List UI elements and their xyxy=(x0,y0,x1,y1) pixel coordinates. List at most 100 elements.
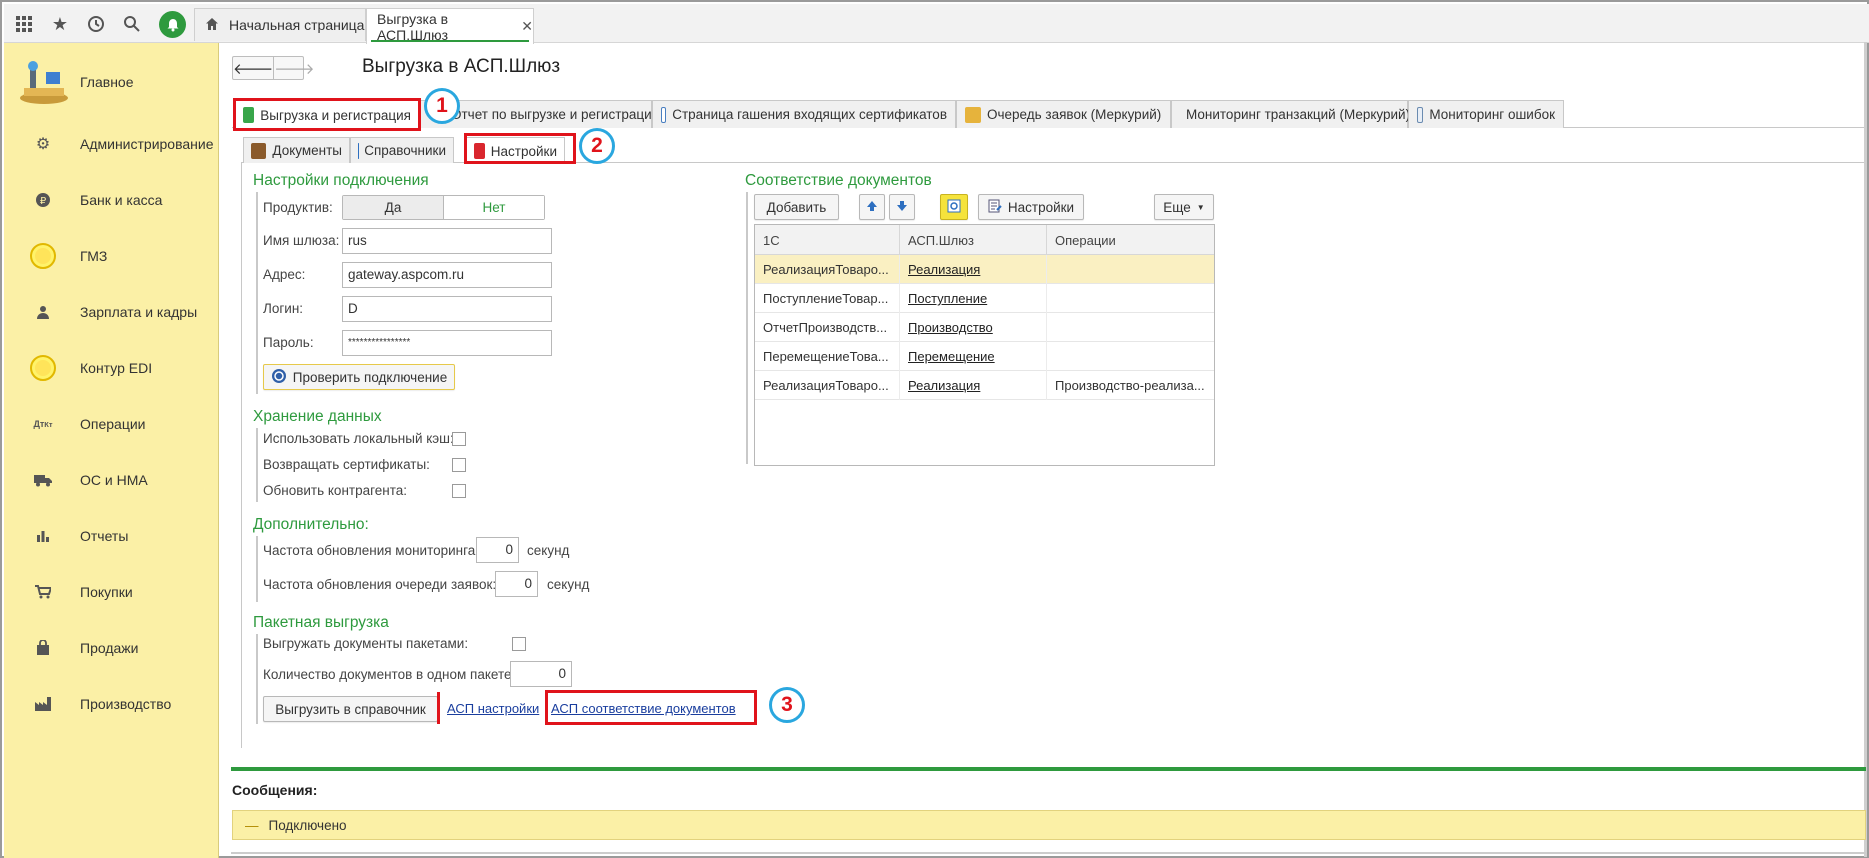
mapping-settings-button[interactable]: Настройки xyxy=(978,194,1084,220)
sidebar-item-main[interactable]: Главное xyxy=(4,57,219,107)
sidebar-item-label: Банк и касса xyxy=(80,192,163,208)
tab-label: Отчет по выгрузке и регистрации xyxy=(451,107,660,122)
asp-settings-link[interactable]: АСП настройки xyxy=(447,701,539,716)
collapse-dash-icon[interactable]: — xyxy=(245,818,259,833)
move-up-button[interactable] xyxy=(859,194,885,220)
queue-frequency-field[interactable]: 0 xyxy=(495,571,538,597)
update-counterparty-checkbox[interactable] xyxy=(452,484,466,498)
table-row[interactable]: ПеремещениеТова... Перемещение xyxy=(755,342,1214,371)
sidebar-item-production[interactable]: Производство xyxy=(4,684,219,724)
sidebar-item-sales[interactable]: Продажи xyxy=(4,628,219,668)
table-cell-link[interactable]: Перемещение xyxy=(900,342,1047,371)
back-arrow-icon[interactable]: 🡐 xyxy=(233,57,273,79)
settings-gear-button[interactable] xyxy=(940,194,968,220)
batch-export-checkbox[interactable] xyxy=(512,637,526,651)
tab-label: Мониторинг транзакций (Меркурий) xyxy=(1186,107,1411,122)
table-cell-link[interactable]: Реализация xyxy=(900,371,1047,400)
tab-home[interactable]: Начальная страница xyxy=(194,8,366,41)
sidebar-item-label: Администрирование xyxy=(80,136,214,152)
return-certificates-checkbox[interactable] xyxy=(452,458,466,472)
table-cell: ПоступлениеТовар... xyxy=(755,284,900,313)
sidebar-item-gmz[interactable]: ГМЗ xyxy=(4,236,219,276)
productive-toggle: Да Нет xyxy=(342,195,545,220)
monitoring-frequency-field[interactable]: 0 xyxy=(476,537,519,563)
table-row[interactable]: ОтчетПроизводств... Производство xyxy=(755,313,1214,342)
sidebar-item-reports[interactable]: Отчеты xyxy=(4,516,219,556)
connection-check-icon xyxy=(271,368,287,387)
table-cell-link[interactable]: Производство xyxy=(900,313,1047,342)
productive-label: Продуктив: xyxy=(263,200,333,215)
notifications-bell-icon[interactable] xyxy=(159,11,186,38)
export-to-reference-button[interactable]: Выгрузить в справочник xyxy=(263,696,438,722)
move-down-button[interactable] xyxy=(889,194,915,220)
login-field[interactable]: D xyxy=(342,296,552,322)
forward-arrow-icon[interactable]: 🡒 xyxy=(273,57,314,79)
tab-request-queue[interactable]: Очередь заявок (Меркурий) xyxy=(956,100,1171,128)
history-icon[interactable] xyxy=(82,10,110,38)
sidebar-item-label: Производство xyxy=(80,696,172,712)
yellow-circle-icon xyxy=(28,353,58,383)
bottom-divider xyxy=(231,852,1866,854)
step-badge-1: 1 xyxy=(424,88,460,124)
productive-yes-option[interactable]: Да xyxy=(343,196,443,219)
settings-list-icon xyxy=(988,199,1002,216)
sidebar-item-operations[interactable]: Дт Кт Операции xyxy=(4,404,219,444)
sidebar-item-bank[interactable]: ₽ Банк и касса xyxy=(4,180,219,220)
batch-size-label: Количество документов в одном пакете: xyxy=(263,667,516,682)
update-counterparty-label: Обновить контрагента: xyxy=(263,483,407,498)
sidebar-item-admin[interactable]: ⚙ Администрирование xyxy=(4,124,219,164)
address-field[interactable]: gateway.aspcom.ru xyxy=(342,262,552,288)
column-header[interactable]: АСП.Шлюз xyxy=(900,225,1047,255)
tab-error-monitoring[interactable]: Мониторинг ошибок xyxy=(1408,100,1564,128)
apps-grid-icon[interactable] xyxy=(10,10,38,38)
close-icon[interactable]: ✕ xyxy=(521,18,533,35)
table-cell: ОтчетПроизводств... xyxy=(755,313,900,342)
return-certificates-label: Возвращать сертификаты: xyxy=(263,457,430,472)
password-field[interactable]: **************** xyxy=(342,330,552,356)
table-row[interactable]: ПоступлениеТовар... Поступление xyxy=(755,284,1214,313)
table-header: 1С АСП.Шлюз Операции xyxy=(755,225,1214,255)
table-cell xyxy=(1047,342,1214,371)
gateway-name-label: Имя шлюза: xyxy=(263,233,340,248)
bag-icon xyxy=(28,633,58,663)
tab-references[interactable]: Справочники xyxy=(350,137,454,163)
tab-asp-export[interactable]: Выгрузка в АСП.Шлюз ✕ xyxy=(366,8,534,44)
column-header[interactable]: 1С xyxy=(755,225,900,255)
productive-no-option[interactable]: Нет xyxy=(443,196,544,219)
ruble-coin-icon: ₽ xyxy=(28,185,58,215)
main-tabs: Выгрузка и регистрация Отчет по выгрузке… xyxy=(232,100,1864,129)
table-row[interactable]: РеализацияТоваро... Реализация xyxy=(755,255,1214,284)
table-cell-link[interactable]: Реализация xyxy=(900,255,1047,284)
sidebar-item-os-nma[interactable]: ОС и НМА xyxy=(4,460,219,500)
table-cell-link[interactable]: Поступление xyxy=(900,284,1047,313)
batch-size-field[interactable]: 0 xyxy=(510,661,572,687)
tab-documents[interactable]: Документы xyxy=(243,137,350,163)
local-cache-checkbox[interactable] xyxy=(452,432,466,446)
highlight-box-3 xyxy=(545,690,757,725)
tab-cert-redemption[interactable]: Страница гашения входящих сертификатов xyxy=(652,100,956,128)
right-edge-bar xyxy=(1864,42,1867,857)
sidebar-item-purchases[interactable]: Покупки xyxy=(4,572,219,612)
person-icon xyxy=(28,297,58,327)
tab-transaction-monitoring[interactable]: Мониторинг транзакций (Меркурий) xyxy=(1171,100,1411,128)
more-button[interactable]: Еще ▼ xyxy=(1154,194,1214,220)
gateway-name-field[interactable]: rus xyxy=(342,228,552,254)
sidebar-item-label: Операции xyxy=(80,416,146,432)
truck-icon xyxy=(28,465,58,495)
star-icon[interactable]: ★ xyxy=(46,10,74,38)
column-header[interactable]: Операции xyxy=(1047,225,1214,255)
monitor-error-icon xyxy=(1417,106,1424,123)
history-nav: 🡐 🡒 xyxy=(232,56,314,80)
check-connection-button[interactable]: Проверить подключение xyxy=(263,364,455,390)
sidebar-item-salary[interactable]: Зарплата и кадры xyxy=(4,292,219,332)
sidebar: Главное ⚙ Администрирование ₽ Банк и кас… xyxy=(4,43,219,858)
address-label: Адрес: xyxy=(263,267,306,282)
search-icon[interactable] xyxy=(118,10,146,38)
add-button[interactable]: Добавить xyxy=(754,194,839,220)
table-cell xyxy=(1047,255,1214,284)
table-cell: РеализацияТоваро... xyxy=(755,255,900,284)
sidebar-item-kontur-edi[interactable]: Контур EDI xyxy=(4,348,219,388)
content-left-border xyxy=(241,163,242,748)
sidebar-item-label: Зарплата и кадры xyxy=(80,304,198,320)
table-row[interactable]: РеализацияТоваро... Реализация Производс… xyxy=(755,371,1214,400)
